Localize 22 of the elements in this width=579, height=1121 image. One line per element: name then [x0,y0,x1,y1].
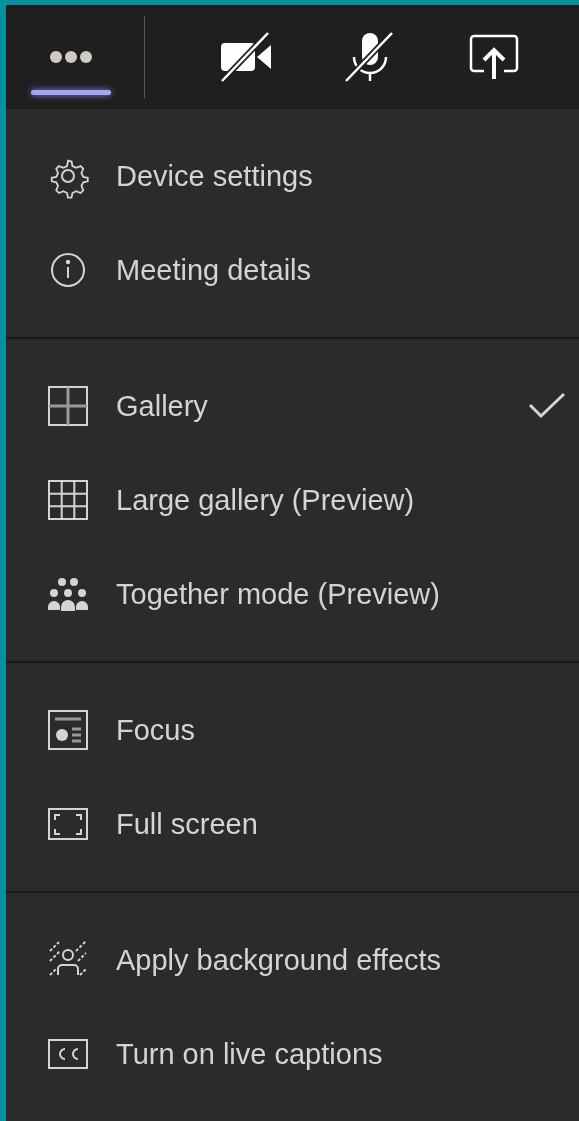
menu-item-label: Turn on live captions [116,1037,384,1071]
menu-item-label: Focus [116,713,196,747]
menu-item-label: Meeting details [116,253,313,287]
menu-item[interactable]: Apply background effects [6,913,579,1007]
menu-item-label: Gallery [116,389,209,423]
grid-icon [45,477,91,523]
menu-item[interactable]: Turn on live captions [6,1007,579,1101]
menu-item[interactable]: Device settings [6,129,579,223]
menu-item[interactable]: Together mode (Preview) [6,547,579,641]
menu-item[interactable]: Full screen [6,777,579,871]
menu-item-label: Apply background effects [116,943,443,977]
menu-item[interactable]: Meeting details [6,223,579,317]
menu-item[interactable]: Gallery [6,359,579,453]
menu-item-label: Together mode (Preview) [116,577,441,611]
menu-item-label: Large gallery (Preview) [116,483,416,517]
menu-item[interactable]: Focus [6,683,579,777]
more-icon [49,49,93,65]
focus-icon [45,707,91,753]
menu-item[interactable]: Large gallery (Preview) [6,453,579,547]
grid-icon [45,383,91,429]
menu-item-label: Full screen [116,807,259,841]
menu-item-label: Device settings [116,159,314,193]
